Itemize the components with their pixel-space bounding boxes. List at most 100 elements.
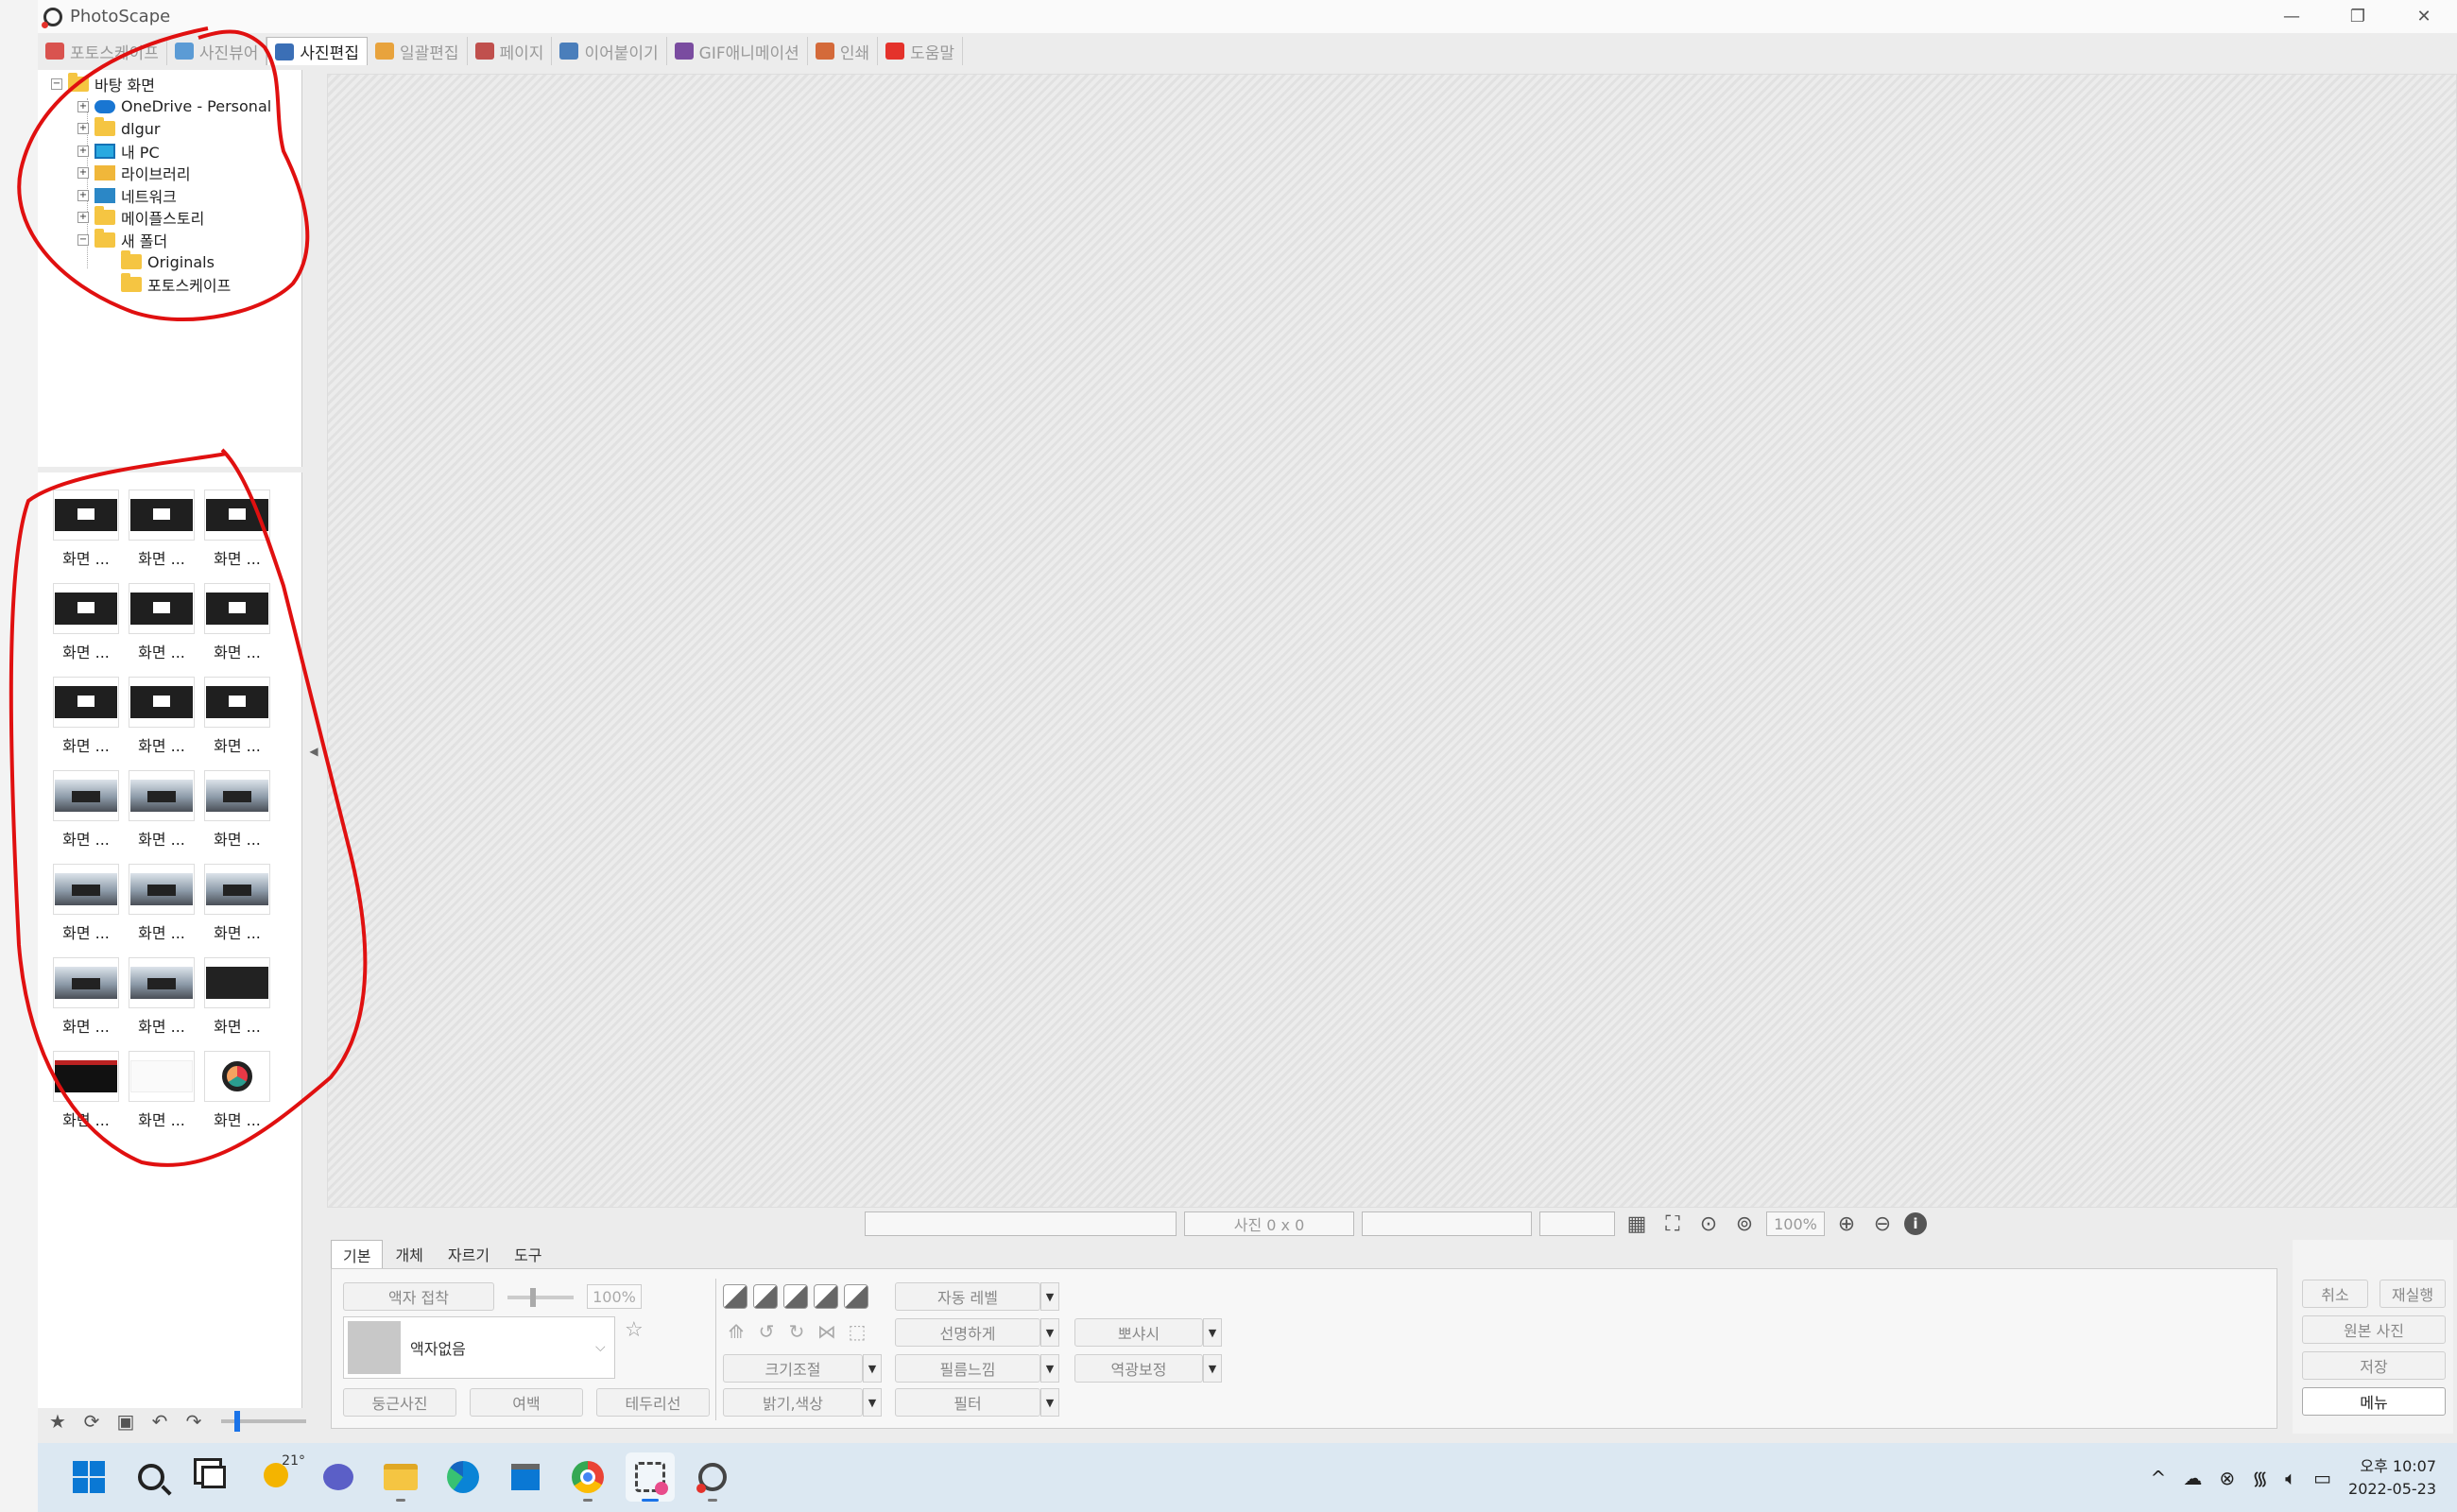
rotate-free-icon[interactable]	[783, 1284, 808, 1309]
rotate-right-icon[interactable]	[753, 1284, 778, 1309]
edit-tab[interactable]: 기본	[331, 1240, 384, 1268]
forward-icon[interactable]: ↷	[181, 1410, 206, 1433]
favorite-frame-star-icon[interactable]: ☆	[625, 1318, 644, 1342]
border-line-button[interactable]: 테두리선	[596, 1388, 710, 1417]
folder-tree-item[interactable]: + dlgur	[77, 117, 160, 139]
folder-tree-item[interactable]: + 라이브러리	[77, 163, 191, 183]
thumbnail-item[interactable]: 화면 ...	[129, 490, 195, 573]
edit-tab[interactable]: 개체	[383, 1240, 435, 1268]
zoom-fit-icon[interactable]: ⊚	[1730, 1212, 1759, 1236]
flip-vertical-icon[interactable]	[844, 1284, 868, 1309]
store-button[interactable]	[501, 1452, 550, 1502]
thumbnail-item[interactable]: 화면 ...	[53, 864, 119, 947]
thumbnail-item[interactable]: 화면 ...	[129, 1051, 195, 1134]
thumbnail-item[interactable]: 화면 ...	[53, 677, 119, 760]
thumbnail-item[interactable]: 화면 ...	[129, 957, 195, 1040]
tab-help[interactable]: 도움말	[878, 37, 964, 65]
thumbnail-item[interactable]: 화면 ...	[129, 583, 195, 666]
chevron-up-icon[interactable]: ^	[2151, 1467, 2167, 1489]
brightness-dropdown-arrow[interactable]: ▼	[863, 1388, 882, 1417]
folder-tree-item[interactable]: − 새 폴더	[77, 228, 167, 250]
snipping-tool-button[interactable]	[626, 1452, 675, 1502]
file-explorer-button[interactable]	[376, 1452, 425, 1502]
thumbnail-item[interactable]: 화면 ...	[204, 1051, 270, 1134]
tab-batch[interactable]: 일괄편집	[368, 37, 468, 65]
thumbnail-item[interactable]: 화면 ...	[204, 677, 270, 760]
thumbnail-item[interactable]: 화면 ...	[53, 1051, 119, 1134]
x-app-icon[interactable]: ⊗	[2219, 1467, 2235, 1489]
photoscape-taskbar-button[interactable]	[688, 1452, 737, 1502]
brightness-color-button[interactable]: 밝기,색상	[723, 1388, 863, 1417]
task-view-button[interactable]	[189, 1452, 238, 1502]
chat-button[interactable]	[314, 1452, 363, 1502]
folder-tree-item[interactable]: 포토스케이프	[104, 272, 231, 295]
folder-tree-item[interactable]: Originals	[104, 250, 215, 272]
resize-button[interactable]: 크기조절	[723, 1354, 863, 1383]
thumbnail-item[interactable]: 화면 ...	[53, 583, 119, 666]
back-icon[interactable]: ↶	[147, 1410, 172, 1433]
thumbnail-item[interactable]: 화면 ...	[53, 490, 119, 573]
transparency-grid-icon[interactable]: ▦	[1623, 1212, 1651, 1236]
expand-icon[interactable]: +	[77, 212, 89, 223]
auto-level-button[interactable]: 자동 레벨	[895, 1282, 1040, 1311]
fit-screen-icon[interactable]: ⛶	[1658, 1212, 1687, 1236]
thumbnail-item[interactable]: 화면 ...	[204, 770, 270, 853]
auto-level-dropdown-arrow[interactable]: ▼	[1040, 1282, 1059, 1311]
edit-tab[interactable]: 도구	[502, 1240, 554, 1268]
wifi-icon[interactable]: ᯾	[2252, 1465, 2268, 1490]
film-effect-button[interactable]: 필름느낌	[895, 1354, 1040, 1383]
expand-icon[interactable]: +	[77, 123, 89, 134]
battery-icon[interactable]: ▭	[2313, 1467, 2331, 1489]
redo-rotate-icon[interactable]: ↻	[783, 1320, 810, 1343]
thumbnail-item[interactable]: 화면 ...	[204, 864, 270, 947]
sharpen-dropdown-arrow[interactable]: ▼	[1040, 1318, 1059, 1347]
minimize-button[interactable]: —	[2259, 0, 2325, 33]
thumbnail-item[interactable]: 화면 ...	[204, 490, 270, 573]
original-photo-button[interactable]: 원본 사진	[2302, 1315, 2446, 1344]
tab-gif[interactable]: GIF애니메이션	[667, 37, 808, 65]
edge-button[interactable]	[438, 1452, 488, 1502]
filter-dropdown-arrow[interactable]: ▼	[1040, 1388, 1059, 1417]
thumbnail-item[interactable]: 화면 ...	[204, 957, 270, 1040]
frame-percent-field[interactable]: 100%	[587, 1284, 642, 1309]
tab-combine[interactable]: 이어붙이기	[552, 37, 667, 65]
image-canvas[interactable]	[327, 74, 2457, 1208]
round-photo-button[interactable]: 둥근사진	[343, 1388, 456, 1417]
folder-tree-item[interactable]: − 바탕 화면	[51, 73, 155, 94]
flip-horizontal-icon[interactable]	[814, 1284, 838, 1309]
edit-tab[interactable]: 자르기	[436, 1240, 502, 1268]
expand-icon[interactable]: +	[77, 167, 89, 179]
resize-dropdown-arrow[interactable]: ▼	[863, 1354, 882, 1383]
folder-tree-item[interactable]: + 네트워크	[77, 185, 177, 206]
tab-viewer[interactable]: 사진뷰어	[167, 37, 267, 65]
backlight-button[interactable]: 역광보정	[1074, 1354, 1203, 1383]
bloom-button[interactable]: 뽀샤시	[1074, 1318, 1203, 1347]
favorite-star-icon[interactable]: ★	[45, 1410, 70, 1433]
folder-browse-icon[interactable]: ▣	[113, 1410, 138, 1433]
tab-page[interactable]: 페이지	[468, 37, 553, 65]
tab-photoscape[interactable]: 포토스케이프	[38, 37, 167, 65]
zoom-out-icon[interactable]: ⊖	[1868, 1212, 1897, 1236]
tab-print[interactable]: 인쇄	[808, 37, 879, 65]
frame-opacity-slider[interactable]	[507, 1288, 574, 1307]
film-dropdown-arrow[interactable]: ▼	[1040, 1354, 1059, 1383]
perspective-icon[interactable]: ⬚	[844, 1320, 870, 1343]
straighten-icon[interactable]: ⟰	[723, 1320, 749, 1343]
thumbnail-item[interactable]: 화면 ...	[204, 583, 270, 666]
folder-tree-item[interactable]: + 내 PC	[77, 141, 160, 162]
folder-tree-item[interactable]: + OneDrive - Personal	[77, 96, 271, 117]
save-button[interactable]: 저장	[2302, 1351, 2446, 1380]
undo-button[interactable]: 취소	[2302, 1280, 2368, 1308]
rotate-left-icon[interactable]	[723, 1284, 747, 1309]
thumbnail-item[interactable]: 화면 ...	[53, 770, 119, 853]
collapse-icon[interactable]: −	[77, 233, 89, 246]
thumbnail-item[interactable]: 화면 ...	[129, 864, 195, 947]
search-button[interactable]	[127, 1452, 176, 1502]
panel-collapse-handle[interactable]: ◀	[306, 680, 321, 822]
info-icon[interactable]: i	[1904, 1212, 1927, 1235]
expand-icon[interactable]: +	[77, 145, 89, 157]
chrome-button[interactable]	[563, 1452, 612, 1502]
expand-icon[interactable]: +	[77, 189, 89, 201]
frame-select-dropdown[interactable]: 액자없음 ⌵	[343, 1316, 615, 1379]
restore-button[interactable]: ❐	[2325, 0, 2391, 33]
